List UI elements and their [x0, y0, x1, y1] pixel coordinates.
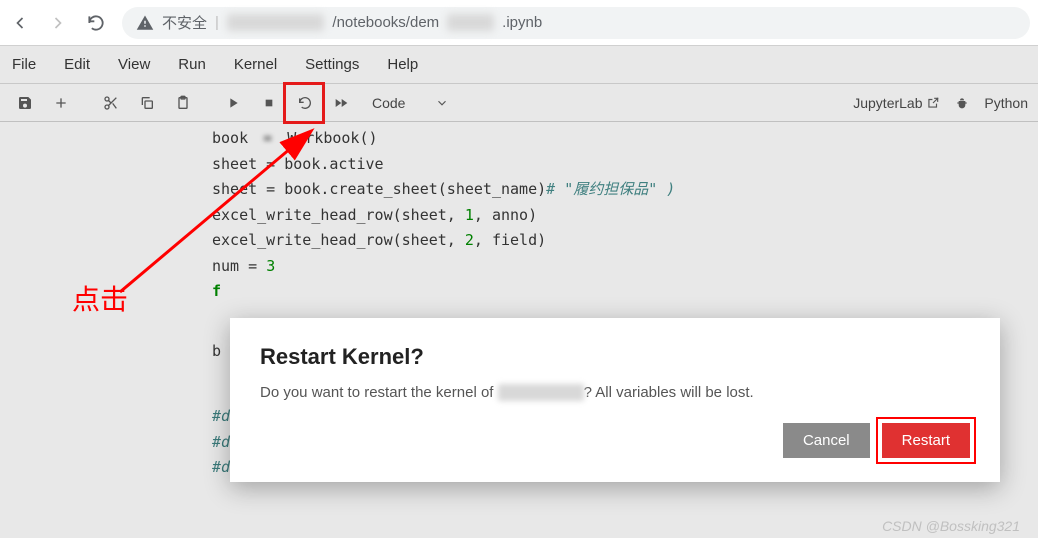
insecure-label: 不安全: [162, 12, 207, 33]
restart-button[interactable]: Restart: [882, 423, 970, 458]
url-blurred-2: xx: [447, 14, 494, 31]
menu-view[interactable]: View: [118, 56, 150, 73]
bug-icon[interactable]: [954, 95, 970, 111]
url-seg1: /notebooks/dem: [332, 14, 439, 31]
cut-icon[interactable]: [96, 89, 126, 117]
copy-icon[interactable]: [132, 89, 162, 117]
url-seg2: .ipynb: [502, 14, 542, 31]
menu-edit[interactable]: Edit: [64, 56, 90, 73]
toolbar: Code JupyterLab Python: [0, 84, 1038, 122]
separator: |: [215, 14, 219, 31]
save-icon[interactable]: [10, 89, 40, 117]
watermark: CSDN @Bossking321: [882, 518, 1020, 534]
jupyterlab-link[interactable]: JupyterLab: [853, 95, 940, 111]
menu-run[interactable]: Run: [178, 56, 206, 73]
menu-file[interactable]: File: [12, 56, 36, 73]
url-bar[interactable]: 不安全 | xxxxx /notebooks/dem xx .ipynb: [122, 7, 1030, 39]
forward-icon[interactable]: [46, 11, 70, 35]
menu-help[interactable]: Help: [387, 56, 418, 73]
reload-icon[interactable]: [84, 11, 108, 35]
cell-type-label: Code: [372, 95, 405, 111]
warning-icon: [136, 14, 154, 32]
stop-icon[interactable]: [254, 89, 284, 117]
run-icon[interactable]: [218, 89, 248, 117]
dialog-message: Do you want to restart the kernel of xxx…: [260, 384, 970, 401]
url-blurred: xxxxx: [227, 14, 325, 31]
restart-kernel-icon[interactable]: [290, 89, 320, 117]
back-icon[interactable]: [8, 11, 32, 35]
toolbar-right: JupyterLab Python: [853, 95, 1028, 111]
cell-type-select[interactable]: Code: [372, 95, 449, 111]
dialog-buttons: Cancel Restart: [260, 423, 970, 458]
paste-icon[interactable]: [168, 89, 198, 117]
chevron-down-icon: [435, 96, 449, 110]
external-link-icon: [926, 96, 940, 110]
dialog-title: Restart Kernel?: [260, 344, 970, 370]
fast-forward-icon[interactable]: [326, 89, 356, 117]
cancel-button[interactable]: Cancel: [783, 423, 870, 458]
add-cell-icon[interactable]: [46, 89, 76, 117]
annotation-text: 点击: [72, 278, 128, 318]
menu-settings[interactable]: Settings: [305, 56, 359, 73]
restart-kernel-dialog: Restart Kernel? Do you want to restart t…: [230, 318, 1000, 482]
kernel-name[interactable]: Python: [984, 95, 1028, 111]
menu-bar: File Edit View Run Kernel Settings Help: [0, 46, 1038, 84]
browser-nav-bar: 不安全 | xxxxx /notebooks/dem xx .ipynb: [0, 0, 1038, 46]
menu-kernel[interactable]: Kernel: [234, 56, 277, 73]
